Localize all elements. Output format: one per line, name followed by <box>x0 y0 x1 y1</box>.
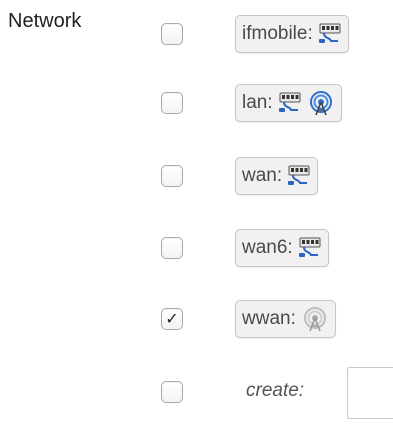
interface-label: wan6: <box>242 237 293 258</box>
create-checkbox[interactable] <box>161 381 183 403</box>
wireless-inactive-icon <box>301 306 329 332</box>
create-label: create: <box>246 380 305 401</box>
interface-badge-lan[interactable]: lan: <box>235 84 342 122</box>
create-row: create: <box>0 364 393 424</box>
interface-label: lan: <box>242 92 273 113</box>
create-interface-input[interactable] <box>347 367 393 419</box>
interface-checkbox-ifmobile[interactable] <box>161 23 183 45</box>
interface-row-wwan: ✓ wwan: <box>0 294 393 344</box>
interface-badge-ifmobile[interactable]: ifmobile: <box>235 15 349 53</box>
interface-badge-wwan[interactable]: wwan: <box>235 300 336 338</box>
interface-row-wan: wan: <box>0 149 393 199</box>
interface-row-ifmobile: ifmobile: <box>0 8 393 58</box>
wireless-active-icon <box>307 90 335 116</box>
interface-checkbox-lan[interactable] <box>161 92 183 114</box>
interface-label: wan: <box>242 165 283 186</box>
interface-row-wan6: wan6: <box>0 222 393 272</box>
network-port-icon <box>318 23 342 45</box>
network-port-icon <box>298 237 322 259</box>
checkmark-icon: ✓ <box>165 311 179 328</box>
interface-label: wwan: <box>242 308 296 329</box>
network-port-icon <box>287 165 311 187</box>
interface-label: ifmobile: <box>242 23 313 44</box>
interface-checkbox-wwan[interactable]: ✓ <box>161 308 183 330</box>
interface-badge-wan6[interactable]: wan6: <box>235 229 329 267</box>
interface-checkbox-wan[interactable] <box>161 165 183 187</box>
interface-badge-wan[interactable]: wan: <box>235 157 319 195</box>
interface-row-lan: lan: <box>0 78 393 128</box>
network-port-icon <box>278 92 302 114</box>
interface-checkbox-wan6[interactable] <box>161 237 183 259</box>
